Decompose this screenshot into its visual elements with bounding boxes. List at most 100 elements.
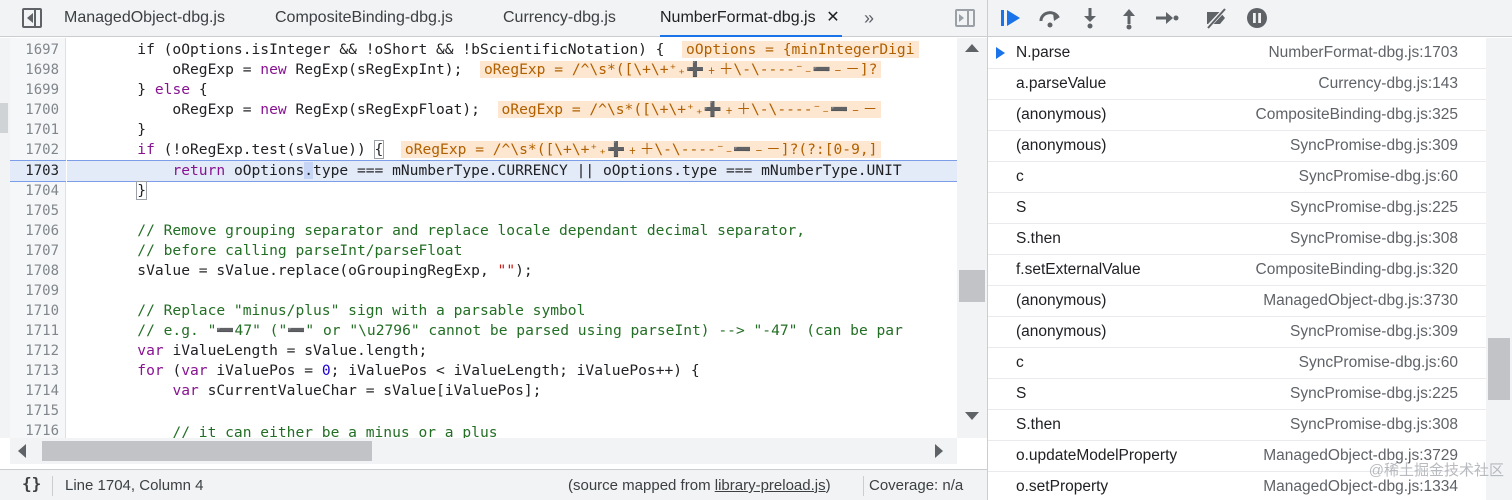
frame-function: N.parse (1016, 44, 1071, 61)
keyword: return (172, 162, 226, 179)
current-frame-arrow-icon (996, 47, 1005, 59)
frame-location: ManagedObject-dbg.js:1334 (1263, 478, 1458, 495)
line-number[interactable]: 1708 (25, 261, 59, 281)
line-number[interactable]: 1710 (25, 301, 59, 321)
scrollbar-thumb[interactable] (959, 270, 985, 302)
step-into-icon[interactable] (1076, 5, 1104, 31)
frame-function: S.then (1016, 230, 1061, 247)
step-icon[interactable] (1153, 5, 1181, 31)
line-number[interactable]: 1704 (25, 181, 59, 201)
line-number[interactable]: 1703 (25, 161, 59, 181)
code-comment: // before calling parseInt/parseFloat (67, 242, 463, 259)
frame-function: c (1016, 168, 1024, 185)
pretty-print-button[interactable]: {} (22, 474, 41, 493)
line-number-gutter[interactable]: 1697 1698 1699 1700 1701 1702 1703 1704 … (10, 38, 66, 439)
close-icon[interactable]: ✕ (826, 0, 839, 36)
call-frame[interactable]: S.then SyncPromise-dbg.js:308 (988, 410, 1486, 441)
scroll-marker (0, 103, 8, 133)
code-line: for (var iValuePos = 0; iValuePos < iVal… (67, 361, 699, 381)
frame-function: (anonymous) (1016, 323, 1107, 340)
tab-managedobject[interactable]: ManagedObject-dbg.js (64, 0, 225, 37)
editor-horizontal-scrollbar[interactable] (10, 438, 957, 464)
line-number[interactable]: 1697 (25, 40, 59, 60)
tab-label: NumberFormat-dbg.js (660, 9, 816, 26)
step-over-icon[interactable] (1036, 5, 1064, 31)
line-number[interactable]: 1712 (25, 341, 59, 361)
line-number[interactable]: 1699 (25, 80, 59, 100)
keyword: new (260, 101, 287, 118)
line-number[interactable]: 1701 (25, 120, 59, 140)
scrollbar-thumb[interactable] (42, 441, 372, 461)
call-frame[interactable]: a.parseValue Currency-dbg.js:143 (988, 69, 1486, 100)
call-frame[interactable]: (anonymous) SyncPromise-dbg.js:309 (988, 317, 1486, 348)
frame-function: o.updateModelProperty (1016, 447, 1178, 464)
call-frame[interactable]: S SyncPromise-dbg.js:225 (988, 379, 1486, 410)
call-frame[interactable]: c SyncPromise-dbg.js:60 (988, 162, 1486, 193)
line-number[interactable]: 1698 (25, 60, 59, 80)
source-map-suffix: ) (825, 477, 831, 494)
coverage-info[interactable]: Coverage: n/a (869, 477, 963, 494)
frame-location: SyncPromise-dbg.js:308 (1290, 230, 1458, 247)
call-stack-scrollbar[interactable] (1486, 38, 1512, 500)
frame-location: SyncPromise-dbg.js:309 (1290, 137, 1458, 154)
inline-value: oRegExp = /^\s*([\+\+⁺₊➕﹢＋\-\----⁻₋➖﹣－]?… (400, 141, 882, 158)
call-frame[interactable]: S.then SyncPromise-dbg.js:308 (988, 224, 1486, 255)
code-line: var iValueLength = sValue.length; (67, 341, 427, 361)
code-line: oRegExp = new RegExp(sRegExpInt); oRegEx… (67, 60, 882, 80)
code-area[interactable]: if (oOptions.isInteger && !oShort && !bS… (67, 38, 957, 438)
line-number[interactable]: 1709 (25, 281, 59, 301)
navigator-toggle-icon[interactable] (22, 8, 42, 28)
deactivate-breakpoints-icon[interactable] (1203, 5, 1231, 31)
frame-location: SyncPromise-dbg.js:309 (1290, 323, 1458, 340)
matching-brace: { (373, 140, 385, 159)
keyword: new (260, 61, 287, 78)
chevron-double-right-icon[interactable]: » (864, 0, 874, 36)
resume-icon[interactable] (998, 5, 1026, 31)
frame-location: CompositeBinding-dbg.js:320 (1255, 261, 1458, 278)
scroll-up-icon[interactable] (965, 44, 979, 52)
line-number[interactable]: 1714 (25, 381, 59, 401)
call-frame[interactable]: N.parse NumberFormat-dbg.js:1703 (988, 38, 1486, 69)
code-text: { (190, 81, 208, 98)
frame-function: (anonymous) (1016, 292, 1107, 309)
tab-compositebinding[interactable]: CompositeBinding-dbg.js (275, 0, 453, 37)
cursor-position[interactable]: Line 1704, Column 4 (65, 477, 203, 494)
debugger-toggle-icon[interactable] (955, 9, 975, 27)
code-text: if (oOptions.isInteger && !oShort && !bS… (67, 41, 665, 58)
matching-brace: } (136, 181, 148, 200)
scrollbar-thumb[interactable] (1488, 338, 1510, 400)
code-text: } (67, 81, 155, 98)
line-number[interactable]: 1702 (25, 140, 59, 160)
source-map-link[interactable]: library-preload.js (715, 477, 826, 494)
scroll-left-icon[interactable] (18, 444, 26, 458)
code-line: } (67, 120, 146, 140)
call-frame[interactable]: (anonymous) CompositeBinding-dbg.js:325 (988, 100, 1486, 131)
tab-currency[interactable]: Currency-dbg.js (503, 0, 616, 37)
tab-numberformat[interactable]: NumberFormat-dbg.js ✕ (660, 0, 842, 37)
code-comment: // e.g. "➖47" ("➖" or "\u2796" cannot be… (67, 322, 903, 339)
code-text: sCurrentValueChar = sValue[iValuePos]; (198, 382, 542, 399)
call-frame[interactable]: c SyncPromise-dbg.js:60 (988, 348, 1486, 379)
code-text: RegExp(sRegExpInt); (286, 61, 463, 78)
call-frame[interactable]: S SyncPromise-dbg.js:225 (988, 193, 1486, 224)
line-number[interactable]: 1705 (25, 201, 59, 221)
call-frame[interactable]: (anonymous) SyncPromise-dbg.js:309 (988, 131, 1486, 162)
line-number[interactable]: 1707 (25, 241, 59, 261)
call-frame[interactable]: (anonymous) ManagedObject-dbg.js:3730 (988, 286, 1486, 317)
line-number[interactable]: 1706 (25, 221, 59, 241)
line-number[interactable]: 1711 (25, 321, 59, 341)
call-frame[interactable]: f.setExternalValue CompositeBinding-dbg.j… (988, 255, 1486, 286)
keyword: var (137, 342, 164, 359)
line-number[interactable]: 1700 (25, 100, 59, 120)
scroll-down-icon[interactable] (965, 412, 979, 420)
line-number[interactable]: 1715 (25, 401, 59, 421)
editor-vertical-scrollbar[interactable] (957, 38, 987, 438)
line-number[interactable]: 1713 (25, 361, 59, 381)
divider (863, 476, 864, 496)
keyword: var (181, 362, 208, 379)
frame-function: a.parseValue (1016, 75, 1107, 92)
step-out-icon[interactable] (1115, 5, 1143, 31)
scroll-right-icon[interactable] (935, 444, 943, 458)
code-line: if (!oRegExp.test(sValue)) { oRegExp = /… (67, 140, 882, 160)
pause-on-exceptions-icon[interactable] (1243, 5, 1271, 31)
